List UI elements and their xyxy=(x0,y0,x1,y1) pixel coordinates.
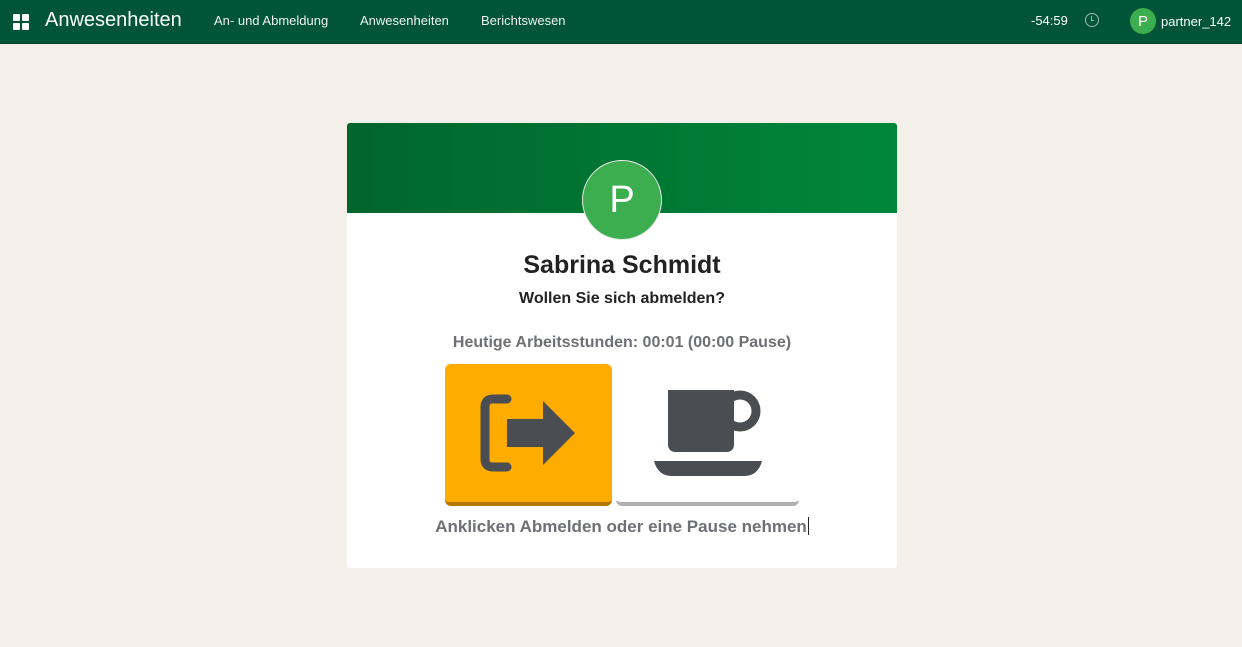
app-title[interactable]: Anwesenheiten xyxy=(45,9,182,32)
checkout-question: Wollen Sie sich abmelden? xyxy=(519,290,725,307)
user-menu[interactable]: P partner_142 xyxy=(1130,8,1231,34)
action-hint-text: Anklicken Abmelden oder eine Pause nehme… xyxy=(435,517,807,536)
break-button[interactable] xyxy=(616,364,799,506)
checkout-card: P Sabrina Schmidt Wollen Sie sich abmeld… xyxy=(347,123,897,568)
menu-item-check-in-out[interactable]: An- und Abmeldung xyxy=(214,13,328,28)
clock-icon[interactable] xyxy=(1085,13,1099,27)
coffee-cup-icon xyxy=(653,390,762,476)
sign-out-icon xyxy=(480,394,575,472)
session-timer: -54:59 xyxy=(1031,13,1068,28)
user-name: partner_142 xyxy=(1161,13,1232,29)
worked-hours: Heutige Arbeitsstunden: 00:01 (00:00 Pau… xyxy=(452,334,792,351)
employee-avatar: P xyxy=(582,160,662,240)
menu-item-attendances[interactable]: Anwesenheiten xyxy=(360,13,449,28)
text-cursor xyxy=(807,517,809,535)
menu-item-reporting[interactable]: Berichtswesen xyxy=(481,13,566,28)
action-hint: Anklicken Abmelden oder eine Pause nehme… xyxy=(347,517,897,537)
top-navbar: Anwesenheiten An- und Abmeldung Anwesenh… xyxy=(0,0,1242,44)
employee-name: Sabrina Schmidt xyxy=(523,251,721,279)
apps-grid-icon[interactable] xyxy=(13,14,29,30)
user-avatar: P xyxy=(1130,8,1156,34)
checkout-button[interactable] xyxy=(445,364,612,506)
